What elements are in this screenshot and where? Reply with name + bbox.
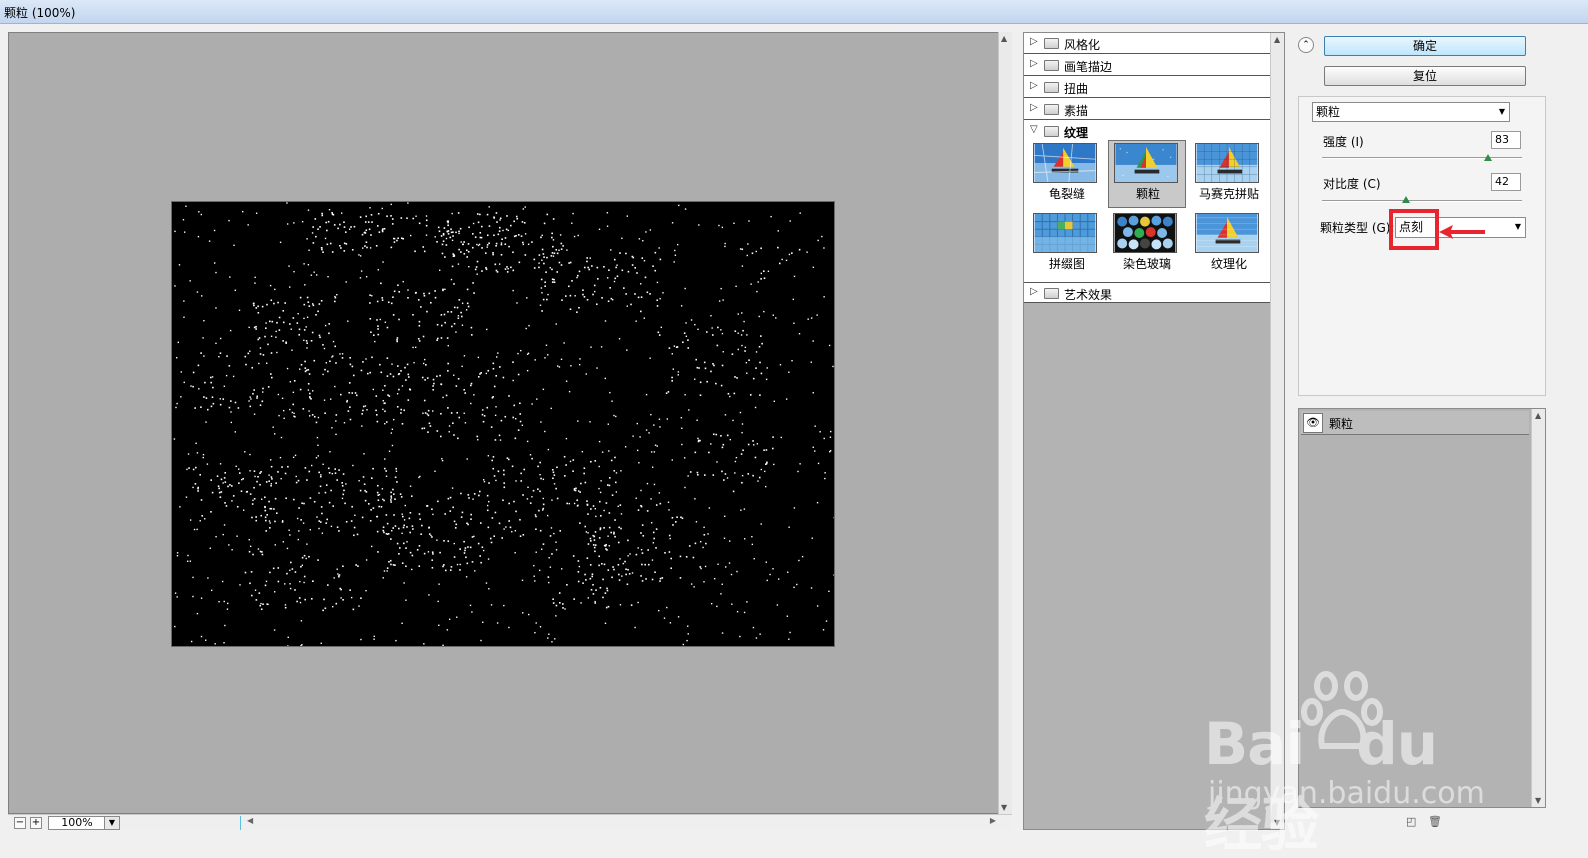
layers-scrollbar[interactable]: ▲ ▼: [1531, 409, 1545, 807]
filter-thumb-stained-glass[interactable]: 染色玻璃: [1108, 211, 1186, 279]
zoom-in-button[interactable]: +: [30, 817, 42, 829]
category-label: 画笔描边: [1064, 60, 1113, 74]
thumbnail-image: [1033, 143, 1097, 183]
preview-image: [171, 201, 835, 647]
contrast-label: 对比度 (C): [1323, 177, 1381, 191]
zoom-level-field[interactable]: 100%: [48, 816, 106, 830]
expand-triangle-icon[interactable]: ▷: [1030, 80, 1038, 91]
category-label: 扭曲: [1064, 82, 1089, 96]
filter-thumb-mosaic-tiles[interactable]: 马赛克拼贴: [1190, 141, 1268, 209]
thumb-label: 纹理化: [1210, 257, 1247, 271]
thumb-label: 龟裂缝: [1048, 187, 1085, 201]
filter-thumb-patchwork[interactable]: 拼缀图: [1028, 211, 1106, 279]
filter-thumb-craquelure[interactable]: 龟裂缝: [1028, 141, 1106, 209]
thumbnail-image: [1114, 143, 1178, 183]
chevron-down-icon: ▼: [1498, 107, 1505, 116]
filter-select-value: 颗粒: [1316, 105, 1341, 119]
folder-icon: [1044, 82, 1059, 93]
intensity-slider-track[interactable]: [1322, 157, 1522, 159]
intensity-label: 强度 (I): [1323, 135, 1364, 149]
thumbnail-image: [1195, 213, 1259, 253]
scroll-up-icon[interactable]: ▲: [1535, 411, 1541, 420]
category-label: 素描: [1064, 104, 1089, 118]
watermark-url: jingyan.baidu.com: [1208, 776, 1485, 811]
thumb-label: 染色玻璃: [1122, 257, 1171, 271]
zoom-dropdown-button[interactable]: ▼: [104, 816, 120, 830]
scroll-down-icon[interactable]: ▼: [1001, 803, 1007, 812]
layer-name: 颗粒: [1329, 417, 1354, 431]
category-stylize[interactable]: ▷ 风格化: [1024, 33, 1270, 54]
scroll-left-icon[interactable]: ◀: [247, 816, 253, 825]
baidu-jingyan-watermark-logo: Bai du 经验 jingyan.baidu.com: [1200, 668, 1500, 858]
filter-thumb-grain[interactable]: 颗粒: [1108, 140, 1186, 208]
expand-triangle-icon[interactable]: ▷: [1030, 36, 1038, 47]
folder-icon: [1044, 288, 1059, 299]
intensity-value-field[interactable]: 83: [1491, 131, 1521, 149]
folder-icon: [1044, 126, 1059, 137]
scroll-up-icon[interactable]: ▲: [1274, 35, 1280, 44]
zoom-bar: − + 100% ▼ ◀ ▶: [8, 814, 1012, 830]
annotation-highlight-box: [1389, 209, 1439, 250]
ok-button[interactable]: 确定: [1324, 36, 1526, 56]
thumbnail-image: [1033, 213, 1097, 253]
collapse-gallery-icon[interactable]: ⌃: [1298, 37, 1314, 53]
folder-icon: [1044, 60, 1059, 71]
grain-type-label: 颗粒类型 (G):: [1320, 221, 1395, 235]
category-sketch[interactable]: ▷ 素描: [1024, 99, 1270, 120]
layer-row[interactable]: 👁 颗粒: [1301, 411, 1529, 435]
expand-triangle-icon[interactable]: ▷: [1030, 58, 1038, 69]
expand-triangle-icon[interactable]: ▷: [1030, 286, 1038, 297]
thumbnail-image: [1195, 143, 1259, 183]
contrast-slider-track[interactable]: [1322, 200, 1522, 202]
window-title: 颗粒 (100%): [4, 6, 76, 20]
visibility-eye-icon[interactable]: 👁: [1303, 413, 1323, 433]
thumb-label: 马赛克拼贴: [1198, 187, 1259, 201]
expand-triangle-icon[interactable]: ▷: [1030, 102, 1038, 113]
chevron-down-icon: ▼: [1514, 222, 1521, 231]
filter-thumb-texturizer[interactable]: 纹理化: [1190, 211, 1268, 279]
category-distort[interactable]: ▷ 扭曲: [1024, 77, 1270, 98]
category-artistic[interactable]: ▷ 艺术效果: [1024, 282, 1270, 303]
annotation-arrow-icon: [1439, 225, 1485, 239]
filter-select[interactable]: 颗粒 ▼: [1312, 102, 1510, 122]
thumb-label: 颗粒: [1135, 187, 1160, 201]
contrast-slider-thumb[interactable]: [1402, 196, 1410, 203]
preview-vertical-scrollbar[interactable]: ▲ ▼: [998, 32, 1012, 814]
reset-button[interactable]: 复位: [1324, 66, 1526, 86]
thumb-label: 拼缀图: [1048, 257, 1085, 271]
folder-icon: [1044, 38, 1059, 49]
category-brush-strokes[interactable]: ▷ 画笔描边: [1024, 55, 1270, 76]
folder-icon: [1044, 104, 1059, 115]
scroll-right-icon[interactable]: ▶: [990, 816, 996, 825]
category-label: 纹理: [1064, 126, 1089, 140]
scroll-up-icon[interactable]: ▲: [1001, 34, 1007, 43]
thumbnail-image: [1113, 213, 1177, 253]
category-label: 艺术效果: [1064, 288, 1113, 302]
collapse-triangle-icon[interactable]: ▽: [1030, 124, 1038, 135]
intensity-slider-thumb[interactable]: [1484, 154, 1492, 161]
category-label: 风格化: [1064, 38, 1101, 52]
title-bar: 颗粒 (100%): [0, 0, 1588, 24]
preview-horizontal-scrollbar[interactable]: ◀ ▶: [240, 816, 1000, 830]
zoom-out-button[interactable]: −: [14, 817, 26, 829]
scroll-down-icon[interactable]: ▼: [1535, 796, 1541, 805]
category-texture[interactable]: ▽ 纹理: [1024, 121, 1270, 142]
contrast-value-field[interactable]: 42: [1491, 173, 1521, 191]
